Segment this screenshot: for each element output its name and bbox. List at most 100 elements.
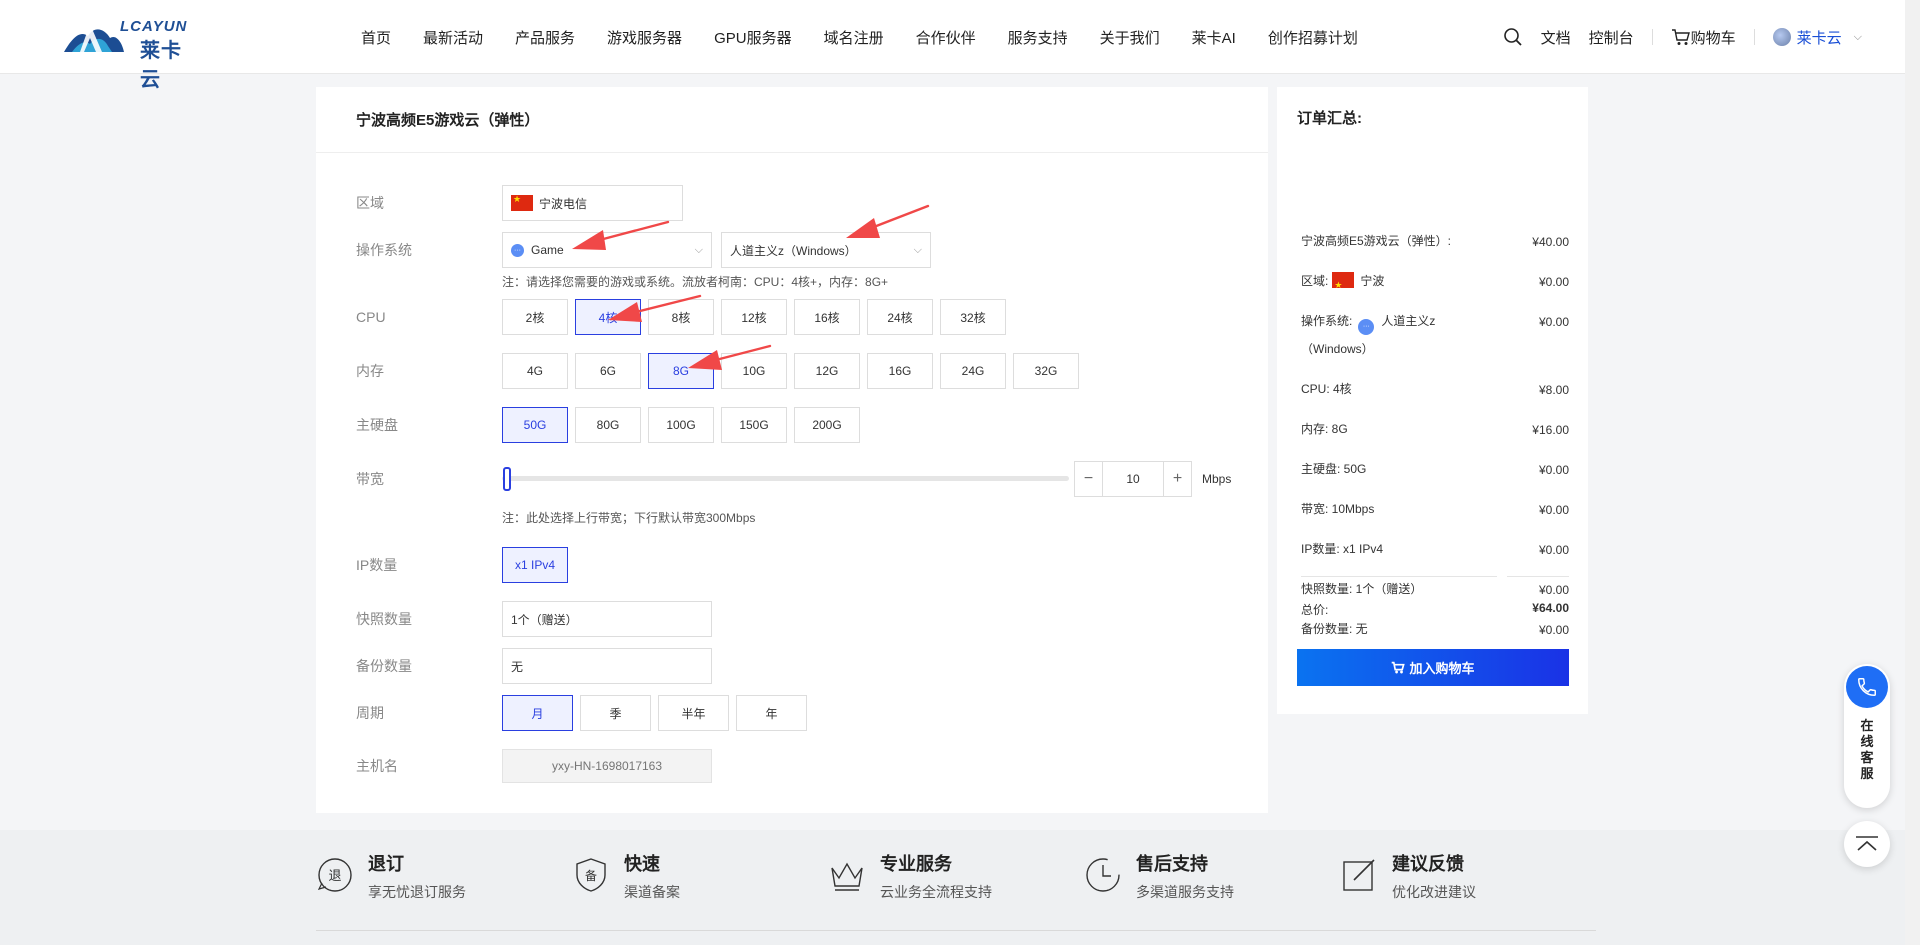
cpu-options: 2核 4核 8核 12核 16核 24核 32核 [502,299,1013,335]
hostname-label: 主机名 [356,758,398,774]
nav-item-4[interactable]: GPU服务器 [714,27,792,48]
nav-item-8[interactable]: 关于我们 [1100,27,1160,48]
phone-icon[interactable] [1846,666,1888,708]
summary-price: ¥0.00 [1538,583,1569,597]
summary-line: 操作系统: ··· 人道主义z（Windows） ¥0.00 [1301,314,1569,363]
disk-option[interactable]: 80G [575,407,641,443]
chevron-down-icon: ⌵ [1853,30,1862,43]
backup-select[interactable]: 无 [502,648,712,684]
period-option[interactable]: 月 [502,695,573,731]
summary-price: ¥0.00 [1538,275,1569,289]
cpu-option[interactable]: 4核 [575,299,641,335]
summary-extra: 宁波 [1360,274,1385,288]
nav-item-7[interactable]: 服务支持 [1008,27,1068,48]
nav-item-0[interactable]: 首页 [361,27,391,48]
cpu-option[interactable]: 32核 [940,299,1006,335]
feature-title: 专业服务 [880,854,952,874]
mem-option[interactable]: 16G [867,353,933,389]
user-menu[interactable]: 莱卡云 ⌵ [1772,27,1862,48]
edit-icon [1340,856,1378,894]
svg-text:退: 退 [328,869,341,884]
bandwidth-slider[interactable] [502,461,1069,497]
summary-key: 内存: 8G [1301,422,1348,436]
disk-options: 50G 80G 100G 150G 200G [502,407,867,443]
period-options: 月季半年年 [502,695,814,731]
divider [316,930,1596,931]
bandwidth-label: 带宽 [356,471,384,487]
disk-option[interactable]: 150G [721,407,787,443]
back-to-top-button[interactable] [1844,821,1890,867]
nav-item-1[interactable]: 最新活动 [423,27,483,48]
mem-option[interactable]: 4G [502,353,568,389]
slider-handle[interactable] [503,467,511,491]
snapshot-select[interactable]: 1个（赠送） [502,601,712,637]
china-flag-icon [511,194,533,211]
online-service-widget[interactable]: 在线客服 [1844,664,1890,808]
period-option[interactable]: 季 [580,695,651,731]
summary-key: 宁波高频E5游戏云（弹性）: [1301,234,1452,248]
mem-option[interactable]: 24G [940,353,1006,389]
nav-item-5[interactable]: 域名注册 [824,27,884,48]
search-icon[interactable] [1503,27,1523,47]
total-label: 总价: [1301,603,1329,617]
cpu-option[interactable]: 2核 [502,299,568,335]
bandwidth-input[interactable]: 10 [1103,461,1163,497]
cpu-option[interactable]: 8核 [648,299,714,335]
add-to-cart-button[interactable]: 加入购物车 [1297,649,1569,686]
page-scrollbar[interactable] [1905,0,1920,945]
nav-item-3[interactable]: 游戏服务器 [607,27,682,48]
region-select[interactable]: 宁波电信 [502,185,683,221]
summary-line: 快照数量: 1个（赠送） ¥0.00 [1301,582,1569,603]
os-type-select[interactable]: ··· Game ⌵ [502,232,712,268]
cpu-option[interactable]: 12核 [721,299,787,335]
nav-item-9[interactable]: 莱卡AI [1192,27,1236,48]
feature-subtitle: 渠道备案 [624,884,680,900]
disk-option[interactable]: 100G [648,407,714,443]
summary-line: 备份数量: 无 ¥0.00 [1301,622,1569,643]
ip-option[interactable]: x1 IPv4 [502,547,568,583]
game-icon: ··· [1358,319,1375,335]
mem-option[interactable]: 8G [648,353,714,389]
period-label: 周期 [356,705,384,721]
main-nav: 首页 最新活动 产品服务 游戏服务器 GPU服务器 域名注册 合作伙伴 服务支持 关于我们 莱卡A… [361,0,1390,74]
period-option[interactable]: 半年 [658,695,729,731]
divider [1507,576,1569,577]
disk-option[interactable]: 200G [794,407,860,443]
region-value: 宁波电信 [539,196,588,211]
mem-option[interactable]: 12G [794,353,860,389]
plus-button[interactable]: + [1163,461,1192,497]
cpu-label: CPU [356,309,386,325]
mem-row: 内存 4G 6G 8G 10G 12G 16G 24G 32G [356,353,1086,389]
summary-key: 操作系统: ··· 人道主义z（Windows） [1301,314,1436,356]
mem-option[interactable]: 32G [1013,353,1079,389]
cpu-option[interactable]: 16核 [794,299,860,335]
divider [1651,29,1653,45]
cpu-option[interactable]: 24核 [867,299,933,335]
summary-price: ¥0.00 [1538,315,1569,329]
minus-button[interactable]: − [1074,461,1103,497]
hostname-input[interactable] [502,749,712,783]
site-logo[interactable]: LCAYUN 莱卡云 [62,16,202,91]
disk-row: 主硬盘 50G 80G 100G 150G 200G [356,407,867,443]
feature-subtitle: 享无忧退订服务 [368,884,466,900]
feature-item: 退 退订 享无忧退订服务 [316,850,466,902]
mem-option[interactable]: 6G [575,353,641,389]
summary-price: ¥0.00 [1538,623,1569,637]
back-to-top-icon [1856,836,1878,851]
docs-link[interactable]: 文档 [1541,27,1571,48]
console-link[interactable]: 控制台 [1589,27,1634,48]
snapshot-label: 快照数量 [356,611,412,627]
os-row: 操作系统 ··· Game ⌵ 人道主义z（Windows） ⌵ [356,232,931,268]
logo-text: LCAYUN [120,18,188,35]
feature-item: 专业服务 云业务全流程支持 [828,850,992,902]
summary-price: ¥40.00 [1532,235,1569,249]
nav-item-10[interactable]: 创作招募计划 [1268,27,1358,48]
feature-item: 备 快速 渠道备案 [572,850,680,902]
cart-link[interactable]: 购物车 [1671,27,1736,48]
os-image-select[interactable]: 人道主义z（Windows） ⌵ [721,232,931,268]
period-option[interactable]: 年 [736,695,807,731]
disk-option[interactable]: 50G [502,407,568,443]
nav-item-2[interactable]: 产品服务 [515,27,575,48]
nav-item-6[interactable]: 合作伙伴 [916,27,976,48]
mem-option[interactable]: 10G [721,353,787,389]
